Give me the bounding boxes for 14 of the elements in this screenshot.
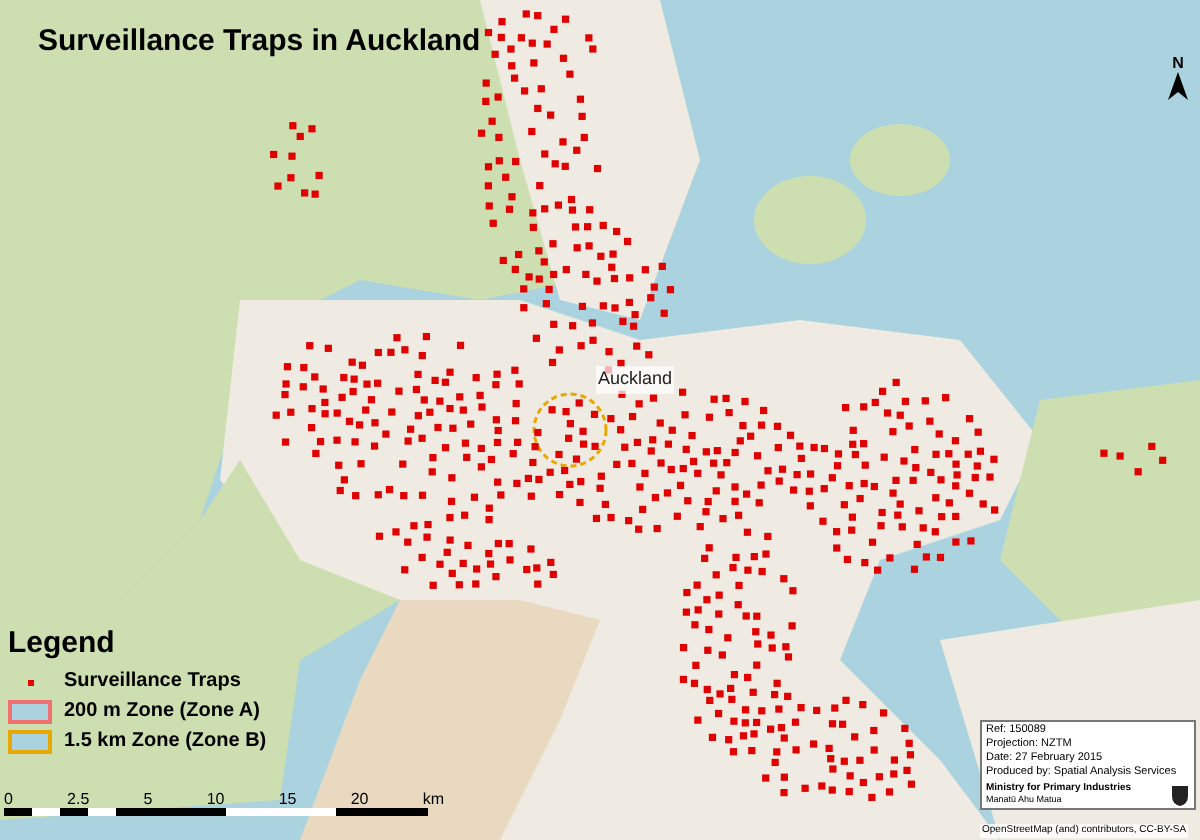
north-label: N (1172, 56, 1184, 72)
map-title: Surveillance Traps in Auckland (38, 22, 481, 62)
legend-label: Surveillance Traps (64, 672, 241, 692)
scale-label: km (422, 792, 444, 808)
scale-label: 20 (350, 792, 369, 808)
scale-label: 10 (206, 792, 225, 808)
legend-label: 200 m Zone (Zone A) (64, 702, 260, 722)
place-label: Auckland (596, 366, 675, 393)
legend-heading: Legend (8, 628, 117, 658)
scale-label: 5 (143, 792, 153, 808)
scale-label: 0 (4, 792, 13, 808)
scale-label: 15 (278, 792, 297, 808)
legend-label: 1.5 km Zone (Zone B) (64, 732, 267, 752)
scale-label: 2.5 (67, 792, 90, 808)
